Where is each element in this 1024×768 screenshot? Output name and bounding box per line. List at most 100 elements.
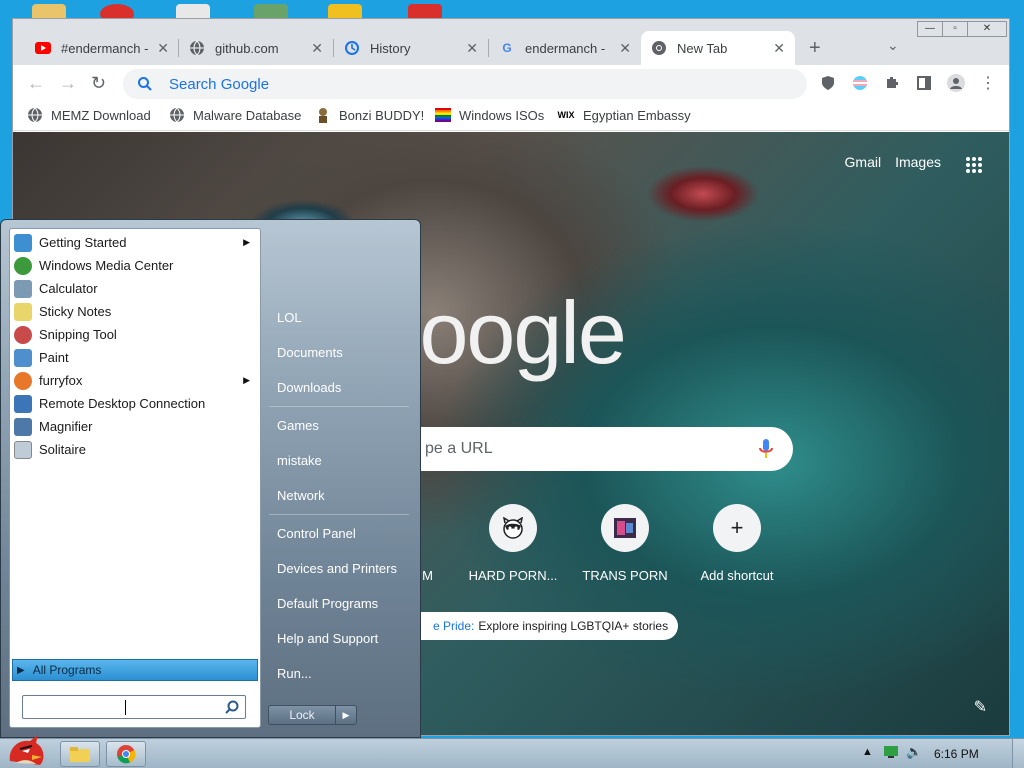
raccoon-icon <box>489 504 537 552</box>
add-shortcut-tile[interactable]: + Add shortcut <box>687 504 787 583</box>
close-tab-icon[interactable]: ✕ <box>311 40 323 57</box>
ntp-promo[interactable]: e Pride: Explore inspiring LGBTQIA+ stor… <box>393 612 679 640</box>
taskbar-clock[interactable]: 6:16 PM <box>934 747 979 761</box>
program-paint[interactable]: Paint <box>12 346 258 369</box>
forward-button[interactable]: → <box>59 73 77 94</box>
start-search-input[interactable] <box>22 695 246 719</box>
gmail-link[interactable]: Gmail <box>845 154 882 170</box>
bonzi-icon <box>315 107 331 123</box>
maximize-button[interactable]: ▫ <box>942 21 968 37</box>
show-hidden-icons-button[interactable]: ▲ <box>862 746 873 758</box>
reload-button[interactable]: ↻ <box>91 73 106 94</box>
close-tab-icon[interactable]: ✕ <box>773 40 785 57</box>
program-remote-desktop[interactable]: Remote Desktop Connection <box>12 392 258 415</box>
place-documents[interactable]: Documents <box>277 345 343 360</box>
program-label: Solitaire <box>39 442 86 457</box>
tab-title: New Tab <box>677 40 728 56</box>
bookmark-memz[interactable]: MEMZ Download <box>27 107 151 123</box>
all-programs-button[interactable]: ▶ All Programs <box>12 659 258 681</box>
place-devices-printers[interactable]: Devices and Printers <box>277 561 397 576</box>
bookmark-bonzi[interactable]: Bonzi BUDDY! <box>315 107 424 123</box>
bookmark-malware-db[interactable]: Malware Database <box>169 107 301 123</box>
program-magnifier[interactable]: Magnifier <box>12 415 258 438</box>
network-icon[interactable] <box>884 746 898 761</box>
taskbar-explorer-button[interactable] <box>60 741 100 767</box>
place-help-support[interactable]: Help and Support <box>277 631 378 646</box>
ublock-extension-icon[interactable] <box>819 74 837 92</box>
program-windows-media-center[interactable]: Windows Media Center <box>12 254 258 277</box>
images-link[interactable]: Images <box>895 154 941 170</box>
place-downloads[interactable]: Downloads <box>277 380 341 395</box>
program-getting-started[interactable]: Getting Started ▶ <box>12 231 258 254</box>
close-tab-icon[interactable]: ✕ <box>157 40 169 57</box>
minimize-button[interactable]: — <box>917 21 943 37</box>
side-panel-icon[interactable] <box>915 74 933 92</box>
program-furryfox[interactable]: furryfox ▶ <box>12 369 258 392</box>
microphone-icon[interactable] <box>759 439 773 459</box>
shortcut-label: TRANS PORN <box>582 568 668 583</box>
place-mistake[interactable]: mistake <box>277 453 322 468</box>
tab-history[interactable]: History ✕ <box>334 31 488 65</box>
text-caret <box>125 700 126 715</box>
bookmarks-bar: MEMZ Download Malware Database Bonzi BUD… <box>13 103 1009 131</box>
search-icon[interactable] <box>224 699 240 715</box>
chrome-icon <box>117 745 136 764</box>
bookmark-egyptian-embassy[interactable]: WIX Egyptian Embassy <box>557 107 691 123</box>
extensions-puzzle-icon[interactable] <box>883 74 901 92</box>
browser-toolbar: ← → ↻ ⋮ <box>13 65 1009 103</box>
start-orb-angry-bird-icon[interactable] <box>4 731 50 768</box>
shortcut-tile[interactable]: TRANS PORN <box>575 504 675 583</box>
program-snipping-tool[interactable]: Snipping Tool <box>12 323 258 346</box>
promo-text: Explore inspiring LGBTQIA+ stories <box>478 619 669 633</box>
promo-highlight: e Pride: <box>433 619 475 633</box>
separator <box>269 514 409 515</box>
program-calculator[interactable]: Calculator <box>12 277 258 300</box>
magnifier-icon <box>14 417 32 436</box>
volume-icon[interactable]: 🔈 <box>906 744 922 760</box>
shutdown-options-arrow[interactable]: ▶ <box>335 705 357 725</box>
shortcut-label: Add shortcut <box>700 568 774 583</box>
expand-arrow-icon: ▶ <box>17 664 25 676</box>
plus-icon: + <box>713 504 761 552</box>
lock-button[interactable]: Lock <box>268 705 336 725</box>
submenu-arrow-icon: ▶ <box>243 375 250 385</box>
tab-youtube[interactable]: #endermanch - ✕ <box>25 31 179 65</box>
place-games[interactable]: Games <box>277 418 319 433</box>
program-solitaire[interactable]: Solitaire <box>12 438 258 461</box>
close-window-button[interactable]: ✕ <box>967 21 1007 37</box>
address-bar[interactable] <box>123 69 807 99</box>
program-label: Sticky Notes <box>39 304 112 319</box>
place-lol[interactable]: LOL <box>277 310 302 325</box>
customize-pencil-icon[interactable]: ✎ <box>974 697 987 717</box>
tab-title: endermanch - <box>525 40 606 56</box>
trans-flag-extension-icon[interactable] <box>851 74 869 92</box>
close-tab-icon[interactable]: ✕ <box>619 40 631 57</box>
calculator-icon <box>14 279 32 298</box>
profile-avatar-icon[interactable] <box>947 74 965 92</box>
place-default-programs[interactable]: Default Programs <box>277 596 378 611</box>
tab-github[interactable]: github.com ✕ <box>179 31 333 65</box>
ntp-search-input[interactable] <box>425 440 745 458</box>
taskbar-chrome-button[interactable] <box>106 741 146 767</box>
shortcut-tile[interactable]: HARD PORN... <box>463 504 563 583</box>
shortcut-label: HARD PORN... <box>468 568 558 583</box>
getting-started-icon <box>14 233 32 252</box>
address-input[interactable] <box>169 75 769 93</box>
tab-new-tab[interactable]: New Tab ✕ <box>641 31 795 65</box>
place-network[interactable]: Network <box>277 488 325 503</box>
tab-search-button[interactable]: ⌄ <box>887 37 899 54</box>
place-control-panel[interactable]: Control Panel <box>277 526 356 541</box>
browser-menu-icon[interactable]: ⋮ <box>979 74 997 92</box>
program-sticky-notes[interactable]: Sticky Notes <box>12 300 258 323</box>
place-run[interactable]: Run... <box>277 666 312 681</box>
tab-google-search[interactable]: G endermanch - ✕ <box>489 31 641 65</box>
new-tab-button[interactable]: + <box>809 37 821 60</box>
rainbow-flag-icon <box>435 107 451 123</box>
show-desktop-button[interactable] <box>1012 739 1024 768</box>
search-icon <box>138 77 152 91</box>
sticky-notes-icon <box>14 302 32 321</box>
bookmark-windows-isos[interactable]: Windows ISOs <box>435 107 544 123</box>
back-button[interactable]: ← <box>27 73 45 94</box>
google-apps-icon[interactable] <box>965 156 983 174</box>
close-tab-icon[interactable]: ✕ <box>466 40 478 57</box>
